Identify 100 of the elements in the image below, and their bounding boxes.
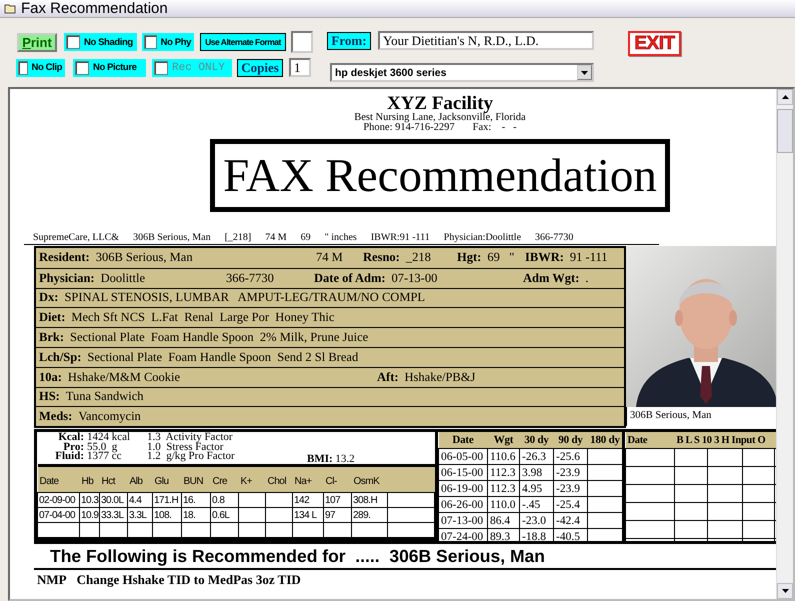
field-value: Sectional Plate Foam Handle Spoon 2% Milk, Prune Juice: [70, 330, 368, 346]
table-cell: 30.0L: [100, 492, 128, 508]
option-checkbox[interactable]: No Clip: [16, 58, 65, 76]
table-cell: 0.8: [210, 492, 238, 508]
table-cell: 112.3: [488, 464, 520, 481]
table-cell: 33.3L: [100, 508, 128, 523]
table-cell: -.45: [520, 496, 554, 513]
from-label: From:: [327, 32, 371, 50]
copies-label: Copies: [237, 58, 283, 76]
nutrient-label: Pro:: [63, 442, 84, 452]
field-label: HS:: [39, 389, 60, 404]
table-cell: 06-19-00: [438, 480, 488, 497]
table-cell: 134 L: [292, 508, 324, 523]
summary-text: " inches: [324, 232, 357, 244]
field-label: Date of Adm:: [314, 270, 386, 286]
table-cell: 112.3: [488, 480, 520, 497]
scroll-thumb[interactable]: [777, 109, 793, 153]
table-cell: 02-09-00: [38, 492, 80, 508]
option-checkbox[interactable]: No Picture: [73, 58, 146, 76]
field-value: Sectional Plate Foam Handle Spoon Send 2 Sl Bread: [87, 350, 358, 365]
recommendation-code: NMP: [37, 572, 67, 588]
field-value: Doolittle: [100, 270, 146, 286]
column-header: 180 dy: [588, 432, 622, 449]
table-cell: 289.: [352, 508, 388, 523]
factor-text: 1.3 Activity Factor: [147, 433, 234, 443]
field-value: 91 -111: [570, 250, 608, 266]
summary-text: [_218]: [224, 232, 252, 244]
table-cell: 107: [324, 492, 352, 508]
table-cell: -25.4: [554, 496, 588, 513]
table-cell: 07-04-00: [38, 508, 80, 523]
table-cell: 06-15-00: [438, 464, 488, 481]
summary-text: 69: [300, 232, 311, 244]
summary-text: 366-7730: [535, 232, 574, 244]
nutrient-label: Kcal:: [58, 433, 84, 443]
option-checkbox[interactable]: No Shading: [64, 33, 137, 51]
option-checkbox[interactable]: No Phy: [142, 33, 194, 51]
document-title: FAX Recommendation: [210, 139, 670, 212]
table-cell: 97: [324, 508, 352, 523]
column-header: Glu: [152, 466, 182, 493]
from-field[interactable]: Your Dietitian's N, R.D., L.D.: [378, 31, 594, 50]
copies-field[interactable]: 1: [289, 58, 311, 77]
nutrient-value: 1424 kcal: [87, 433, 132, 443]
table-cell: 18.: [182, 508, 210, 523]
column-header: Na+: [292, 466, 324, 493]
summary-text: IBWR:91 -111: [370, 232, 430, 244]
window-icon: [4, 3, 16, 14]
column-header: B L S 10 3 H Input O: [674, 432, 776, 449]
table-cell: 108.: [152, 508, 182, 523]
table-cell: 4.95: [520, 480, 554, 497]
column-header: Chol: [266, 466, 292, 493]
table-cell: 3.98: [520, 464, 554, 481]
column-header: Hb: [80, 466, 100, 493]
input-field[interactable]: [291, 31, 313, 53]
scrollbar[interactable]: [776, 89, 793, 599]
table-cell: -42.4: [554, 512, 588, 529]
table-cell: 07-24-00: [438, 528, 488, 542]
table-cell: 16.: [182, 492, 210, 508]
table-cell: 110.6: [488, 448, 520, 465]
printer-dropdown[interactable]: hp deskjet 3600 series: [330, 63, 594, 82]
table-cell: -23.9: [554, 464, 588, 481]
table-cell: 142: [292, 492, 324, 508]
column-header: Hct: [100, 466, 128, 493]
field-value: 74 M: [316, 250, 343, 266]
field-label: Lch/Sp:: [39, 350, 82, 365]
table-cell: 3.3L: [128, 508, 152, 523]
table-cell: -23.9: [554, 480, 588, 497]
factor-text: 1.2 g/kg Pro Factor: [147, 452, 236, 462]
field-label: Aft:: [377, 370, 399, 385]
table-cell: 0.6L: [210, 508, 238, 523]
column-header: Date: [626, 432, 674, 449]
table-cell: 07-13-00: [438, 512, 488, 529]
alternate-format-button[interactable]: Use Alternate Format: [200, 33, 286, 51]
exit-button[interactable]: EXIT: [628, 31, 681, 56]
field-value: Hshake/M&M Cookie: [68, 370, 180, 385]
column-header: OsmK: [352, 466, 388, 493]
column-header: BUN: [182, 466, 210, 493]
field-label: 10a:: [39, 370, 62, 385]
column-header: Date: [38, 466, 80, 493]
nutrient-value: 55.0 g: [87, 442, 118, 452]
field-label: Physician:: [39, 270, 95, 286]
field-value: 69 ": [487, 250, 514, 266]
field-label: Diet:: [39, 310, 66, 326]
table-cell: 4.4: [128, 492, 152, 508]
table-cell: 10.9: [80, 508, 100, 523]
field-label: Dx:: [39, 290, 58, 306]
nutrient-label: Fluid:: [55, 452, 84, 462]
table-cell: 89.3: [488, 528, 520, 542]
table-cell: [238, 492, 266, 508]
table-cell: [266, 492, 292, 508]
field-value: 07-13-00: [392, 270, 438, 286]
column-header: 30 dy: [520, 432, 554, 449]
bmi-value: 13.2: [335, 452, 355, 465]
table-cell: 110.0: [488, 496, 520, 513]
bmi-label: BMI:: [307, 452, 333, 465]
column-header: Alb: [128, 466, 152, 493]
facility-phone: Phone: 914-716-2297: [363, 123, 455, 133]
summary-text: 306B Serious, Man: [133, 232, 211, 244]
print-button[interactable]: Print: [17, 32, 57, 52]
field-label: Meds:: [39, 409, 72, 424]
facility-address: Best Nursing Lane, Jacksonville, Florida: [354, 113, 526, 123]
